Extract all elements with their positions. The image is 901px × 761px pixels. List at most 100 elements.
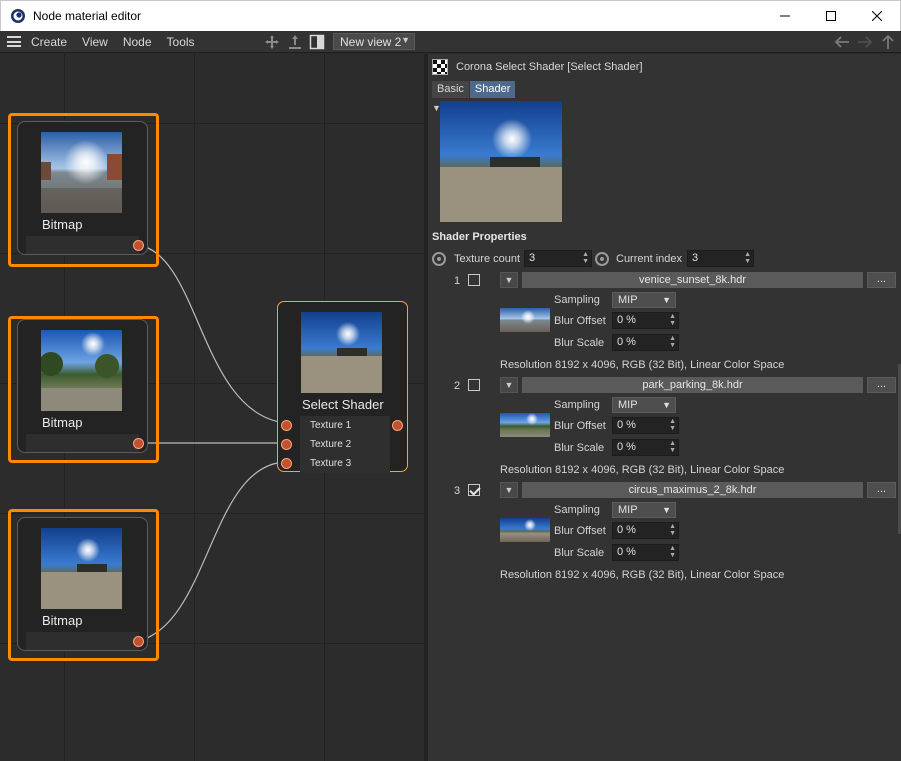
output-port[interactable] (133, 240, 144, 251)
output-port[interactable] (133, 438, 144, 449)
menu-node[interactable]: Node (123, 35, 152, 49)
menu-create[interactable]: Create (31, 35, 67, 49)
view-select[interactable]: New view 2 ▼ (333, 33, 415, 50)
bitmap-node-1[interactable]: Bitmap (17, 121, 148, 255)
slot-3-checkbox[interactable] (468, 484, 480, 496)
forward-arrow-icon[interactable] (856, 33, 874, 51)
slot-1-dropdown[interactable]: ▼ (500, 272, 518, 288)
panel-tabs: Basic Shader (432, 81, 516, 98)
spinner-icon[interactable]: ▲ ▼ (669, 313, 676, 327)
sampling-label: Sampling (554, 504, 600, 516)
current-index-field[interactable]: 3 ▲ ▼ (687, 250, 754, 267)
spinner-icon[interactable]: ▲ ▼ (669, 418, 676, 432)
input-texture-1: Texture 1 (300, 416, 390, 435)
input-port-1[interactable] (281, 420, 292, 431)
back-arrow-icon[interactable] (833, 33, 851, 51)
maximize-button[interactable] (808, 1, 854, 31)
window-title: Node material editor (33, 9, 142, 23)
slot-2-file[interactable]: park_parking_8k.hdr (522, 377, 863, 393)
up-arrow-icon[interactable] (879, 33, 897, 51)
slot-1-browse-button[interactable]: ... (867, 272, 896, 288)
hamburger-menu-icon[interactable] (7, 36, 21, 47)
select-shader-title: Select Shader (302, 397, 384, 412)
tab-shader[interactable]: Shader (469, 81, 516, 98)
slot-3-index: 3 (454, 485, 461, 497)
output-port[interactable] (392, 420, 403, 431)
chevron-down-icon: ▼ (662, 400, 671, 410)
slot-1-blur-scale-field[interactable]: 0 % ▲ ▼ (612, 334, 679, 351)
slot-1-index: 1 (454, 275, 461, 287)
slot-1-blur-offset-value: 0 % (617, 314, 636, 326)
slot-2-sampling-select[interactable]: MIP ▼ (612, 397, 676, 413)
slot-2-resolution: Resolution 8192 x 4096, RGB (32 Bit), Li… (500, 464, 785, 476)
connection-wire-3 (137, 461, 287, 642)
slot-1-sampling-select[interactable]: MIP ▼ (612, 292, 676, 308)
slot-1-blur-offset-field[interactable]: 0 % ▲ ▼ (612, 312, 679, 329)
chevron-down-icon: ▼ (662, 505, 671, 515)
sampling-label: Sampling (554, 294, 600, 306)
blur-scale-label: Blur Scale (554, 337, 605, 349)
spinner-icon[interactable]: ▲ ▼ (669, 440, 676, 454)
texture-count-field[interactable]: 3 ▲ ▼ (524, 250, 592, 267)
menu-tools[interactable]: Tools (167, 35, 195, 49)
blur-offset-label: Blur Offset (554, 420, 606, 432)
node-canvas[interactable]: Bitmap Bitmap Bitmap Select Shader Textu… (0, 54, 424, 761)
output-port[interactable] (133, 636, 144, 647)
chevron-down-icon: ▼ (662, 295, 671, 305)
slot-2-blur-offset-field[interactable]: 0 % ▲ ▼ (612, 417, 679, 434)
slot-2-sampling-value: MIP (618, 399, 638, 411)
panel-title: Corona Select Shader [Select Shader] (456, 61, 643, 73)
spinner-icon[interactable]: ▲ ▼ (669, 335, 676, 349)
minimize-button[interactable] (762, 1, 808, 31)
slot-1-sampling-value: MIP (618, 294, 638, 306)
slot-1-thumbnail (500, 308, 550, 332)
input-port-2[interactable] (281, 439, 292, 450)
bitmap-thumbnail-park (41, 330, 122, 411)
spinner-icon[interactable]: ▲ ▼ (669, 545, 676, 559)
select-shader-node[interactable]: Select Shader Texture 1 Texture 2 Textur… (277, 301, 408, 473)
close-button[interactable] (854, 1, 900, 31)
current-index-radio[interactable] (595, 252, 609, 266)
bitmap-node-3[interactable]: Bitmap (17, 517, 148, 651)
attributes-panel: Corona Select Shader [Select Shader] Bas… (428, 54, 901, 761)
tab-basic[interactable]: Basic (432, 81, 469, 98)
input-texture-2: Texture 2 (300, 435, 390, 454)
menu-view[interactable]: View (82, 35, 108, 49)
slot-1-checkbox[interactable] (468, 274, 480, 286)
panel-toggle-icon[interactable] (309, 34, 325, 50)
slot-2-dropdown[interactable]: ▼ (500, 377, 518, 393)
slot-3-blur-scale-field[interactable]: 0 % ▲ ▼ (612, 544, 679, 561)
slot-3-thumbnail (500, 518, 550, 542)
spinner-icon[interactable]: ▲ ▼ (669, 523, 676, 537)
align-icon[interactable] (287, 34, 303, 50)
slot-2-blur-scale-value: 0 % (617, 441, 636, 453)
output-port-bar (26, 236, 139, 254)
shader-preview (440, 101, 562, 222)
minimize-icon (780, 15, 790, 17)
slot-2-blur-scale-field[interactable]: 0 % ▲ ▼ (612, 439, 679, 456)
texture-count-value: 3 (529, 252, 536, 264)
texture-count-radio[interactable] (432, 252, 446, 266)
move-icon[interactable] (264, 34, 280, 50)
slot-2-checkbox[interactable] (468, 379, 480, 391)
bitmap-node-2[interactable]: Bitmap (17, 319, 148, 453)
spinner-icon[interactable]: ▲ ▼ (582, 251, 589, 265)
slot-3-dropdown[interactable]: ▼ (500, 482, 518, 498)
close-icon (872, 11, 882, 21)
bitmap-thumbnail-venice (41, 132, 122, 213)
input-texture-3: Texture 3 (300, 454, 390, 473)
slot-3-file[interactable]: circus_maximus_2_8k.hdr (522, 482, 863, 498)
slot-3-resolution: Resolution 8192 x 4096, RGB (32 Bit), Li… (500, 569, 785, 581)
input-port-3[interactable] (281, 458, 292, 469)
slot-2-browse-button[interactable]: ... (867, 377, 896, 393)
slot-3-sampling-select[interactable]: MIP ▼ (612, 502, 676, 518)
slot-2-thumbnail (500, 413, 550, 437)
slot-3-blur-offset-field[interactable]: 0 % ▲ ▼ (612, 522, 679, 539)
slot-1-file[interactable]: venice_sunset_8k.hdr (522, 272, 863, 288)
spinner-icon[interactable]: ▲ ▼ (744, 251, 751, 265)
current-index-value: 3 (692, 252, 699, 264)
slot-1-blur-scale-value: 0 % (617, 336, 636, 348)
slot-3-blur-offset-value: 0 % (617, 524, 636, 536)
slot-3-browse-button[interactable]: ... (867, 482, 896, 498)
bitmap-node-label: Bitmap (42, 217, 83, 232)
